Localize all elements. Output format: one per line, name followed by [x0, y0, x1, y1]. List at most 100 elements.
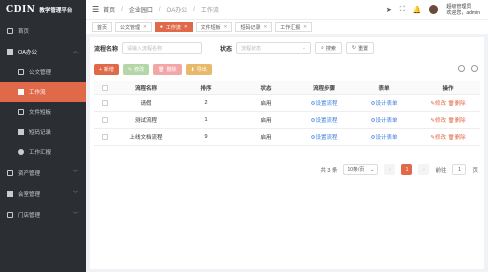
chevron-left-icon: ‹ — [389, 166, 391, 173]
name-input[interactable]: 请输入流程名称 — [122, 42, 203, 54]
tab-bar: 首页 公文管理 ✕ ● 工作流 ✕ 文件短板 ✕ 短码记录 ✕ 工作汇报 ✕ — [86, 19, 488, 34]
sidebar-item-document[interactable]: 公文管理 — [0, 62, 86, 82]
close-icon[interactable]: ✕ — [184, 24, 188, 30]
column-header: 排序 — [200, 85, 212, 92]
row-checkbox[interactable] — [102, 134, 108, 140]
filter-bar: 流程名称 请输入流程名称 状态 流程状态 ⌄ ⌕ 搜索 ↻ 重置 — [94, 42, 375, 54]
column-header: 流程步骤 — [312, 85, 335, 92]
row-checkbox[interactable] — [102, 117, 108, 123]
workflow-icon — [18, 89, 24, 95]
app-title: 教学管理平台 — [39, 8, 73, 14]
total-count: 共 3 条 — [320, 167, 338, 174]
edit-link[interactable]: ✎修改 — [430, 101, 446, 107]
sidebar-item-label: 首页 — [18, 28, 30, 35]
top-right: ➤ ⛶ 🔔 超级管理员 欢迎您，admin — [386, 0, 480, 19]
edit-link[interactable]: ✎修改 — [430, 135, 446, 141]
sidebar-item-file[interactable]: 文件短板 — [0, 102, 86, 122]
menu-toggle-icon[interactable]: ☰ — [92, 5, 99, 14]
breadcrumb-item[interactable]: 企业园口 — [129, 5, 153, 14]
tab-report[interactable]: 工作汇报 ✕ — [275, 22, 313, 32]
avatar[interactable] — [429, 5, 439, 14]
store-icon — [7, 211, 13, 218]
row-checkbox[interactable] — [102, 100, 108, 106]
sidebar-item-room[interactable]: 会室管理 ﹀ — [0, 183, 86, 204]
next-page-button[interactable]: › — [418, 164, 430, 175]
select-all-checkbox[interactable] — [102, 84, 108, 91]
sidebar-item-store[interactable]: 门店管理 ﹀ — [0, 204, 86, 225]
tab-file[interactable]: 文件短板 ✕ — [195, 22, 233, 32]
breadcrumb-item[interactable]: OA办公 — [167, 5, 188, 14]
send-icon[interactable]: ➤ — [386, 6, 392, 14]
table-row: 上线文档流程 9 启用 ⚙设置流程 ⚙设计表单 ✎修改 🗑删除 — [94, 129, 480, 146]
page-size-select[interactable]: 10条/页 ⌄ — [343, 164, 379, 175]
sidebar-item-record[interactable]: 短码记录 — [0, 122, 86, 142]
pagination: 共 3 条 10条/页 ⌄ ‹ 1 › 前往 1 页 — [320, 164, 478, 175]
edit-icon: ✎ — [127, 66, 133, 73]
file-icon — [18, 109, 24, 115]
set-step-link[interactable]: ⚙设置流程 — [296, 116, 352, 124]
delete-link[interactable]: 🗑删除 — [448, 135, 466, 141]
search-button[interactable]: ⌕ 搜索 — [315, 42, 342, 54]
tab-document[interactable]: 公文管理 ✕ — [115, 22, 152, 32]
chevron-right-icon: › — [423, 166, 425, 173]
sidebar-item-oa[interactable]: OA办公 ︿ — [0, 41, 86, 62]
refresh-icon[interactable] — [471, 65, 478, 72]
plus-icon: + — [99, 66, 102, 73]
delete-button[interactable]: 🗑 删除 — [153, 64, 182, 75]
design-form-link[interactable]: ⚙设计表单 — [352, 133, 416, 141]
tab-record[interactable]: 短码记录 ✕ — [235, 22, 273, 32]
design-form-link[interactable]: ⚙设计表单 — [352, 99, 416, 107]
tab-workflow[interactable]: ● 工作流 ✕ — [154, 22, 193, 32]
set-step-link[interactable]: ⚙设置流程 — [296, 133, 352, 141]
table-row: 请假 2 启用 ⚙设置流程 ⚙设计表单 ✎修改 🗑删除 — [94, 95, 480, 112]
table-tools — [458, 65, 478, 72]
sidebar-item-home[interactable]: 首页 — [0, 20, 86, 41]
user-info[interactable]: 超级管理员 欢迎您，admin — [446, 4, 480, 16]
sidebar-item-report[interactable]: 工作汇报 — [0, 142, 86, 162]
tab-home[interactable]: 首页 — [92, 22, 113, 32]
search-icon: ⌕ — [321, 45, 324, 51]
reset-button[interactable]: ↻ 重置 — [345, 42, 375, 54]
sidebar-item-asset[interactable]: 资产管理 ﹀ — [0, 162, 86, 183]
sidebar-item-label: OA办公 — [18, 49, 37, 56]
bell-icon[interactable]: 🔔 — [413, 6, 422, 14]
main-content: 流程名称 请输入流程名称 状态 流程状态 ⌄ ⌕ 搜索 ↻ 重置 + 新增 ✎ 修改 🗑 删… — [90, 37, 484, 269]
delete-link[interactable]: 🗑删除 — [448, 101, 466, 107]
page-button[interactable]: 1 — [401, 164, 413, 175]
status-select[interactable]: 流程状态 ⌄ — [236, 42, 312, 54]
sidebar: CDIN 教学管理平台 首页 OA办公 ︿ 公文管理 工作流 文件短板 短码记录… — [0, 0, 86, 272]
column-header: 操作 — [442, 85, 454, 92]
close-icon[interactable]: ✕ — [263, 24, 267, 30]
delete-link[interactable]: 🗑删除 — [448, 118, 466, 124]
breadcrumb-item[interactable]: 首页 — [103, 5, 115, 14]
sidebar-item-label: 工作汇报 — [29, 150, 52, 156]
export-button[interactable]: ⬇ 导出 — [185, 64, 212, 75]
status-label: 状态 — [220, 46, 233, 53]
prev-page-button[interactable]: ‹ — [384, 164, 396, 175]
add-button[interactable]: + 新增 — [94, 64, 119, 75]
document-icon — [18, 69, 24, 75]
goto-page-input[interactable]: 1 — [452, 164, 467, 175]
edit-link[interactable]: ✎修改 — [430, 118, 446, 124]
fullscreen-icon[interactable]: ⛶ — [400, 6, 405, 14]
design-form-link[interactable]: ⚙设计表单 — [352, 116, 416, 124]
workflow-table: 流程名称 排序 状态 流程步骤 表单 操作 请假 2 启用 ⚙设置流程 ⚙设计表… — [94, 81, 480, 146]
close-icon[interactable]: ✕ — [224, 24, 228, 30]
sidebar-item-label: 公文管理 — [29, 70, 52, 76]
report-icon — [18, 149, 24, 155]
action-toolbar: + 新增 ✎ 修改 🗑 删除 ⬇ 导出 — [94, 64, 212, 75]
sidebar-item-workflow[interactable]: 工作流 — [0, 82, 86, 102]
cell-sort: 2 — [204, 100, 208, 106]
close-icon[interactable]: ✕ — [303, 24, 307, 30]
set-step-link[interactable]: ⚙设置流程 — [296, 99, 352, 107]
edit-button[interactable]: ✎ 修改 — [122, 64, 150, 75]
table-header: 流程名称 排序 状态 流程步骤 表单 操作 — [94, 81, 480, 95]
close-icon[interactable]: ✕ — [143, 24, 147, 30]
chevron-down-icon: ﹀ — [72, 170, 78, 176]
app-logo[interactable]: CDIN 教学管理平台 — [0, 0, 86, 20]
top-bar: ☰ 首页 / 企业园口 / OA办公 / 工作流 ➤ ⛶ 🔔 超级管理员 欢迎您… — [86, 0, 488, 19]
record-icon — [18, 129, 24, 135]
chevron-up-icon: ︿ — [72, 49, 78, 55]
column-header: 表单 — [378, 85, 390, 92]
search-toggle-icon[interactable] — [458, 65, 465, 72]
